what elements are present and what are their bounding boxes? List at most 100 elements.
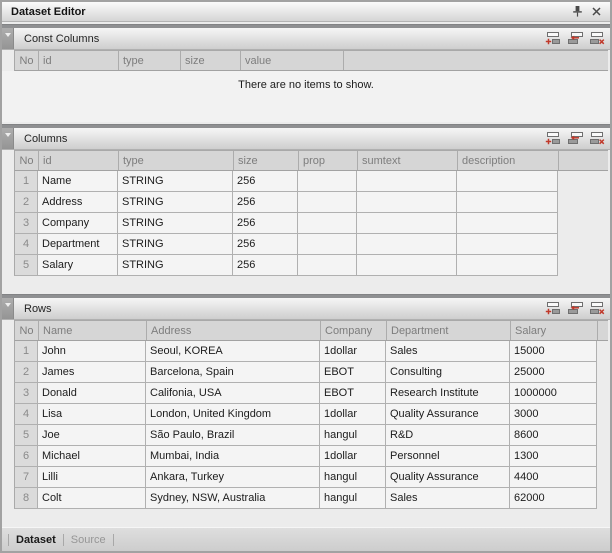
data-cell[interactable] (457, 213, 558, 234)
data-cell[interactable]: London, United Kingdom (146, 404, 320, 425)
column-header[interactable]: type (119, 151, 234, 170)
data-cell[interactable] (357, 234, 457, 255)
insert-row-button[interactable] (566, 30, 584, 47)
data-cell[interactable]: 15000 (510, 341, 597, 362)
insert-row-button[interactable] (566, 300, 584, 317)
table-row[interactable]: 1JohnSeoul, KOREA1dollarSales15000 (14, 341, 597, 362)
row-number-cell[interactable]: 8 (14, 488, 38, 509)
data-cell[interactable] (298, 192, 357, 213)
table-row[interactable]: 2AddressSTRING256 (14, 192, 558, 213)
data-cell[interactable]: Ankara, Turkey (146, 467, 320, 488)
table-row[interactable]: 4LisaLondon, United Kingdom1dollarQualit… (14, 404, 597, 425)
data-cell[interactable]: 1dollar (320, 404, 386, 425)
data-cell[interactable]: hangul (320, 467, 386, 488)
data-cell[interactable] (298, 213, 357, 234)
row-number-cell[interactable]: 3 (14, 213, 38, 234)
data-cell[interactable]: 62000 (510, 488, 597, 509)
data-cell[interactable] (457, 234, 558, 255)
collapse-const-columns-button[interactable] (2, 28, 14, 49)
column-header[interactable]: Name (39, 321, 147, 340)
data-cell[interactable]: Colt (38, 488, 146, 509)
row-number-cell[interactable]: 1 (14, 171, 38, 192)
data-cell[interactable]: 1dollar (320, 446, 386, 467)
data-cell[interactable]: 256 (233, 213, 298, 234)
collapse-columns-button[interactable] (2, 128, 14, 149)
data-cell[interactable]: STRING (118, 255, 233, 276)
table-row[interactable]: 5JoeSão Paulo, BrazilhangulR&D8600 (14, 425, 597, 446)
delete-row-button[interactable] (588, 130, 606, 147)
data-cell[interactable]: Joe (38, 425, 146, 446)
data-cell[interactable]: 256 (233, 234, 298, 255)
column-header[interactable]: No (15, 151, 39, 170)
row-number-cell[interactable]: 4 (14, 404, 38, 425)
data-cell[interactable]: 1300 (510, 446, 597, 467)
column-header[interactable]: id (39, 151, 119, 170)
column-header[interactable]: description (458, 151, 559, 170)
row-number-cell[interactable]: 5 (14, 425, 38, 446)
data-cell[interactable]: 256 (233, 171, 298, 192)
data-cell[interactable]: 1000000 (510, 383, 597, 404)
data-cell[interactable]: Barcelona, Spain (146, 362, 320, 383)
add-row-button[interactable] (544, 30, 562, 47)
data-cell[interactable]: STRING (118, 234, 233, 255)
data-cell[interactable]: Address (38, 192, 118, 213)
data-cell[interactable]: Seoul, KOREA (146, 341, 320, 362)
add-row-button[interactable] (544, 130, 562, 147)
data-cell[interactable]: Lilli (38, 467, 146, 488)
table-row[interactable]: 2JamesBarcelona, SpainEBOTConsulting2500… (14, 362, 597, 383)
row-number-cell[interactable]: 3 (14, 383, 38, 404)
table-row[interactable]: 3CompanySTRING256 (14, 213, 558, 234)
column-header[interactable]: Company (321, 321, 387, 340)
data-cell[interactable]: hangul (320, 425, 386, 446)
data-cell[interactable]: Michael (38, 446, 146, 467)
data-cell[interactable]: Company (38, 213, 118, 234)
row-number-cell[interactable]: 7 (14, 467, 38, 488)
row-number-cell[interactable]: 1 (14, 341, 38, 362)
data-cell[interactable]: hangul (320, 488, 386, 509)
data-cell[interactable]: 256 (233, 255, 298, 276)
insert-row-button[interactable] (566, 130, 584, 147)
data-cell[interactable] (298, 255, 357, 276)
column-header[interactable]: No (15, 51, 39, 70)
tab-source[interactable]: Source (64, 534, 113, 546)
data-cell[interactable] (457, 192, 558, 213)
data-cell[interactable]: 25000 (510, 362, 597, 383)
data-cell[interactable] (298, 234, 357, 255)
column-header[interactable]: type (119, 51, 181, 70)
data-cell[interactable]: Sales (386, 488, 510, 509)
data-cell[interactable]: John (38, 341, 146, 362)
data-cell[interactable]: Quality Assurance (386, 404, 510, 425)
tab-dataset[interactable]: Dataset (9, 534, 63, 546)
data-cell[interactable] (457, 171, 558, 192)
row-number-cell[interactable]: 4 (14, 234, 38, 255)
row-number-cell[interactable]: 6 (14, 446, 38, 467)
data-cell[interactable]: 3000 (510, 404, 597, 425)
row-number-cell[interactable]: 2 (14, 192, 38, 213)
data-cell[interactable]: EBOT (320, 362, 386, 383)
data-cell[interactable]: 1dollar (320, 341, 386, 362)
delete-row-button[interactable] (588, 300, 606, 317)
table-row[interactable]: 6MichaelMumbai, India1dollarPersonnel130… (14, 446, 597, 467)
add-row-button[interactable] (544, 300, 562, 317)
column-header[interactable]: value (241, 51, 344, 70)
data-cell[interactable]: 4400 (510, 467, 597, 488)
data-cell[interactable] (357, 171, 457, 192)
data-cell[interactable]: 256 (233, 192, 298, 213)
data-cell[interactable]: Donald (38, 383, 146, 404)
column-header[interactable]: size (181, 51, 241, 70)
data-cell[interactable] (457, 255, 558, 276)
data-cell[interactable]: Quality Assurance (386, 467, 510, 488)
data-cell[interactable]: Salary (38, 255, 118, 276)
table-row[interactable]: 7LilliAnkara, TurkeyhangulQuality Assura… (14, 467, 597, 488)
column-header[interactable]: prop (299, 151, 358, 170)
close-button[interactable] (588, 4, 605, 19)
data-cell[interactable] (357, 255, 457, 276)
data-cell[interactable]: Personnel (386, 446, 510, 467)
data-cell[interactable]: James (38, 362, 146, 383)
data-cell[interactable]: R&D (386, 425, 510, 446)
data-cell[interactable]: STRING (118, 213, 233, 234)
column-header[interactable]: sumtext (358, 151, 458, 170)
data-cell[interactable]: Consulting (386, 362, 510, 383)
data-cell[interactable]: Research Institute (386, 383, 510, 404)
column-header[interactable]: Department (387, 321, 511, 340)
